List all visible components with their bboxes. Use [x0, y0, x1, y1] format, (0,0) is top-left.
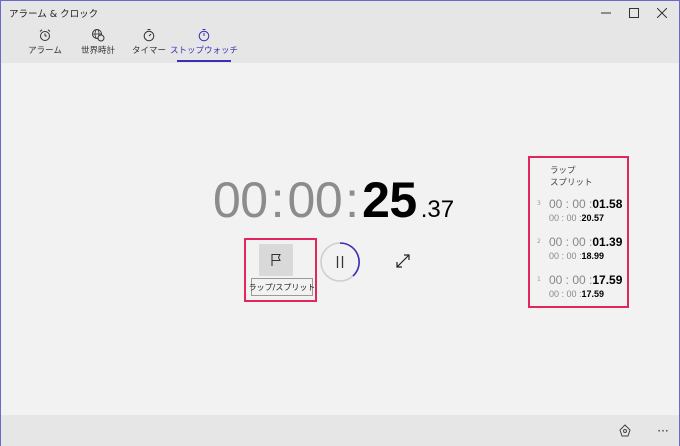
alarm-clock-icon: [39, 29, 51, 41]
lap-split-tooltip: ラップ/スプリット: [249, 278, 315, 296]
lap-number: 3: [537, 200, 541, 207]
stopwatch-display: 00 : 00 : 25 .37: [213, 171, 454, 231]
tab-label: 世界時計: [80, 46, 115, 56]
bottom-app-bar: ···: [1, 415, 679, 446]
lap-time: 00 : 00 :01.58: [549, 197, 623, 211]
lap-row: 1 00 : 00 :17.59 00 : 00 :17.59: [530, 273, 627, 307]
split-time: 00 : 00 :20.57: [549, 213, 605, 223]
minimize-icon: [601, 12, 611, 14]
lap-time: 00 : 00 :17.59: [549, 273, 623, 287]
share-button[interactable]: [615, 421, 635, 441]
split-time: 00 : 00 :17.59: [549, 289, 605, 299]
lap-time: 00 : 00 :01.39: [549, 235, 623, 249]
lap-number: 1: [537, 276, 541, 283]
tab-alarm[interactable]: アラーム: [23, 25, 67, 63]
expand-icon: [396, 254, 410, 268]
lap-row: 2 00 : 00 :01.39 00 : 00 :18.99: [530, 235, 627, 269]
lap-row: 3 00 : 00 :01.58 00 : 00 :20.57: [530, 197, 627, 231]
separator: :: [270, 172, 285, 228]
hours-value: 00: [213, 172, 268, 228]
more-icon: ···: [657, 424, 669, 438]
split-column-header: スプリット: [550, 178, 593, 188]
stopwatch-icon: [198, 29, 210, 42]
minutes-value: 00: [287, 172, 343, 228]
split-time: 00 : 00 :18.99: [549, 251, 605, 261]
app-title: アラーム & クロック: [9, 9, 99, 20]
expand-button[interactable]: [393, 251, 413, 271]
tab-label: ストップウォッチ: [170, 46, 239, 56]
lap-column-header: ラップ: [550, 166, 576, 176]
flag-icon: [271, 254, 281, 266]
close-icon: [657, 8, 667, 18]
laps-header: ラップ スプリット: [550, 165, 593, 189]
world-clock-icon: [92, 29, 105, 42]
timer-icon: [143, 29, 155, 42]
lap-number: 2: [537, 238, 541, 245]
active-tab-indicator: [177, 60, 231, 62]
share-icon: [619, 424, 631, 437]
tab-stopwatch[interactable]: ストップウォッチ: [170, 25, 238, 63]
tab-label: アラーム: [28, 46, 62, 56]
close-button[interactable]: [645, 1, 679, 25]
pause-button[interactable]: [319, 241, 361, 283]
tab-bar: アラーム 世界時計 タイマー ストップウォッチ: [1, 25, 679, 63]
separator: :: [345, 172, 360, 228]
pause-progress-ring: [320, 242, 360, 282]
app-window: アラーム & クロック アラーム 世界時計 タイマー ストップウォッチ 00:…: [0, 0, 680, 446]
tab-timer[interactable]: タイマー: [131, 25, 167, 63]
tab-world-clock[interactable]: 世界時計: [77, 25, 119, 63]
maximize-icon: [629, 8, 639, 18]
title-bar: アラーム & クロック: [1, 1, 679, 25]
more-options-button[interactable]: ···: [653, 421, 673, 441]
centiseconds-value: .37: [420, 196, 455, 223]
stopwatch-page: 00 : 00 : 25 .37 ラップ/スプリット ラップ スプリット 3 0…: [1, 63, 679, 415]
lap-split-button[interactable]: [259, 244, 293, 276]
seconds-value: 25: [362, 172, 417, 228]
tab-label: タイマー: [131, 46, 166, 56]
pause-icon: [336, 256, 344, 268]
laps-panel: ラップ スプリット 3 00 : 00 :01.58 00 : 00 :20.5…: [528, 156, 629, 308]
